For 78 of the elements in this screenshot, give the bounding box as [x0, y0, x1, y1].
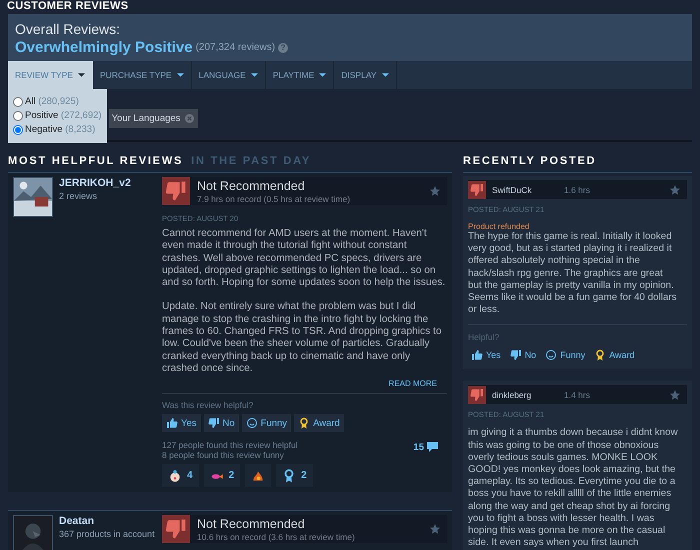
- caret-icon: [78, 73, 85, 77]
- verdict-title: Not Recommended: [197, 178, 306, 192]
- playtime-text: 1.4 hrs: [564, 390, 591, 400]
- review-paragraph: Update. Not entirely sure what the problem was but I did manage to stop the crashing in the intro fight by locking the frames to 60. Changed FRS to TSR. And dropping graphics to low. Could've been the sheer volume of particles. Gradually cranked everything back up to cinematic and have only crashed once since.: [162, 301, 443, 376]
- summary-label: Overall Reviews:: [15, 21, 120, 37]
- smiley-icon: [545, 349, 558, 362]
- award-badge[interactable]: 2: [276, 464, 313, 488]
- author-info: 367 products in account: [59, 529, 155, 540]
- radio-button[interactable]: [13, 110, 23, 120]
- helpful-prompt: Helpful?: [468, 332, 500, 342]
- author-info: 2 reviews: [59, 191, 98, 201]
- thumbs-down-icon: [510, 349, 522, 362]
- thumbs-up-icon: [471, 349, 483, 362]
- thumbs-down-icon: [468, 386, 486, 404]
- vote-button[interactable]: Funny: [542, 347, 588, 364]
- review-count: (207,324 reviews): [196, 42, 276, 53]
- thumbs-down-icon: [162, 515, 190, 544]
- filter-tab[interactable]: LANGUAGE: [192, 61, 266, 89]
- ribbon-icon: [282, 468, 296, 483]
- author-name[interactable]: Deatan: [59, 515, 155, 528]
- refund-note: Product refunded: [468, 222, 530, 231]
- thumbs-down-icon: [162, 177, 190, 205]
- author-name[interactable]: JERRIKOH_v2: [59, 177, 131, 189]
- vote-button[interactable]: Yes: [468, 347, 504, 364]
- award-badge[interactable]: 4: [162, 464, 199, 488]
- caret-icon: [176, 73, 184, 77]
- thumbs-down-icon: [468, 180, 486, 198]
- playtime-text: 1.6 hrs: [564, 184, 591, 194]
- thumbs-down-icon: [208, 417, 220, 430]
- star-icon[interactable]: [669, 388, 681, 401]
- option-label[interactable]: All (280,925): [25, 96, 79, 108]
- award-badge[interactable]: 2: [204, 464, 240, 488]
- option-label[interactable]: Negative (8,233): [25, 124, 96, 136]
- radio-button[interactable]: [13, 124, 23, 134]
- radio-button[interactable]: [13, 96, 23, 106]
- review-paragraph: Cannot recommend for AMD users at the moment. Haven't even made it through the tutorial fight without constant crashes. Well above recommended PC specs, drivers are updated, dropped graphic settings to lighten the load... so on and so forth. Hoping for some updates soon to help the issues.: [162, 228, 446, 290]
- star-icon[interactable]: [429, 185, 441, 197]
- vote-button[interactable]: No: [204, 414, 239, 432]
- playtime-text: 10.6 hrs on record (3.6 hrs at review time): [197, 532, 356, 542]
- read-more-link[interactable]: READ MORE: [388, 379, 437, 388]
- rating-text: Overwhelmingly Positive: [15, 39, 193, 56]
- ribbon-icon: [298, 417, 310, 430]
- section-title: CUSTOMER REVIEWS: [7, 0, 130, 12]
- star-icon[interactable]: [429, 523, 441, 536]
- filter-tab[interactable]: PLAYTIME: [266, 61, 334, 89]
- helpful-prompt: Was this review helpful?: [162, 400, 254, 410]
- thumbs-up-icon: [166, 417, 178, 430]
- author-name[interactable]: SwiftDuCk: [492, 184, 558, 194]
- filter-chip[interactable]: Your Languages: [108, 109, 198, 128]
- section-subheading: IN THE PAST DAY: [191, 155, 312, 167]
- helpful-count: 127 people found this review helpful: [162, 440, 298, 450]
- section-heading: RECENTLY POSTED: [463, 155, 596, 167]
- playtime-text: 7.9 hrs on record (0.5 hrs at review time): [197, 194, 352, 204]
- award-badge[interactable]: [245, 464, 272, 488]
- smiley-icon: [246, 417, 258, 430]
- vote-button[interactable]: Award: [591, 347, 638, 364]
- review-text: im giving it a thumbs down because i didnt know this was going to be one of those obnoxious overly tedious souls games. MONKE LOOK GOOD! yes monkey does look amazing, but the gameplay. Its so tedious. Everytime you die to a boss you have to rekill alllll of the little enemies along the way and get cheap shot by ai forcing you to fight a boss with lesser health. I was hoping this was gonna be more on the casual side. It even says when you first launch: [468, 427, 679, 550]
- flame-icon: [251, 468, 266, 483]
- vote-button[interactable]: No: [506, 347, 540, 364]
- caret-icon: [250, 73, 258, 77]
- verdict-title: Not Recommended: [197, 516, 306, 531]
- comment-link[interactable]: 15: [413, 440, 439, 454]
- section-heading: MOST HELPFUL REVIEWS: [8, 155, 184, 167]
- speech-bubble-icon: [426, 441, 439, 454]
- filter-tab[interactable]: DISPLAY: [334, 61, 397, 89]
- star-icon[interactable]: [669, 184, 681, 196]
- option-label[interactable]: Positive (272,692): [25, 110, 102, 122]
- clown-face-icon: [168, 468, 182, 483]
- vote-button[interactable]: Yes: [162, 414, 200, 432]
- caret-icon: [319, 73, 326, 77]
- vote-button[interactable]: Funny: [242, 414, 292, 432]
- review-text: The hype for this game is real. Initially it looked very good, but as i started playing it i realized it offered absolutely nothing special in the hack/slash rpg genre. The graphics are great but the gameplay is pretty vanilla in my opinion. Seems like it would be a fun game for 40 dollars or less.: [468, 231, 678, 318]
- close-icon[interactable]: [185, 114, 194, 123]
- author-name[interactable]: dinkleberg: [492, 390, 558, 400]
- ribbon-icon: [594, 349, 606, 362]
- caret-icon: [382, 73, 389, 77]
- vote-button[interactable]: Award: [294, 414, 344, 432]
- funny-count: 8 people found this review funny: [162, 450, 285, 460]
